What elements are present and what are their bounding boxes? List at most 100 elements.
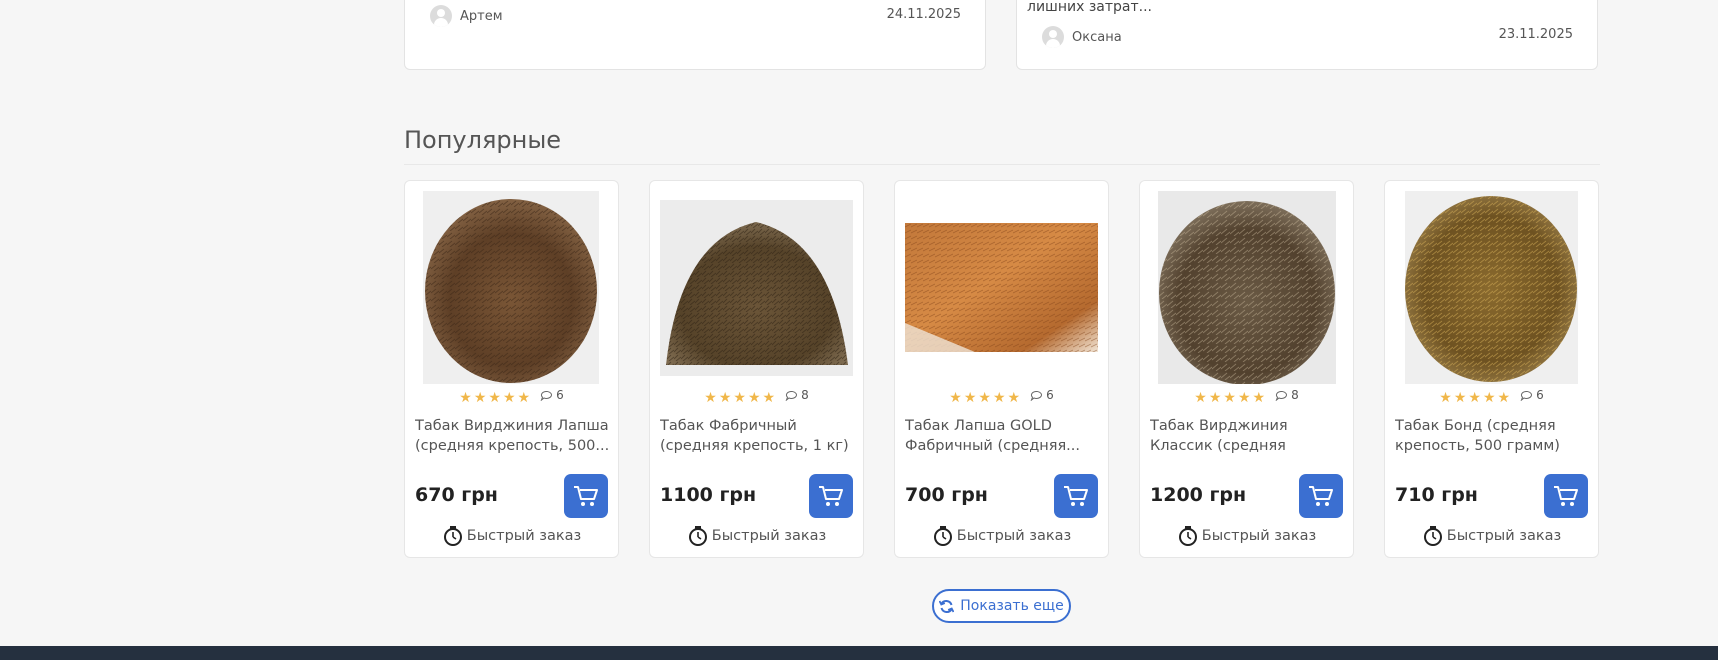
add-to-cart-button[interactable] — [564, 474, 608, 518]
product-name[interactable]: Табак Вирджиния Классик (средняя крепост… — [1150, 416, 1345, 456]
quick-order-button[interactable]: Быстрый заказ — [1385, 525, 1598, 547]
quick-order-button[interactable]: Быстрый заказ — [405, 525, 618, 547]
stopwatch-icon — [443, 526, 462, 546]
quick-order-label: Быстрый заказ — [1446, 528, 1562, 544]
star-icon: ★ — [517, 390, 531, 406]
star-icon: ★ — [1252, 390, 1266, 406]
review-author: Артем — [430, 5, 503, 27]
comments-value: 8 — [801, 388, 809, 402]
product-image[interactable] — [905, 223, 1098, 352]
cart-icon — [1064, 486, 1088, 506]
product-card[interactable]: ★ ★ ★ ★ ★ 8 Табак Вирджиния Классик (средняя… — [1139, 180, 1354, 558]
star-icon: ★ — [488, 390, 501, 406]
stopwatch-icon — [933, 526, 952, 546]
quick-order-label: Быстрый заказ — [466, 528, 582, 544]
comments-value: 6 — [556, 388, 564, 402]
comment-icon — [1030, 390, 1043, 401]
product-image[interactable] — [423, 191, 599, 384]
comments-count[interactable]: 6 — [540, 388, 564, 402]
star-icon: ★ — [459, 390, 472, 406]
rating: ★ ★ ★ ★ ★ 8 — [650, 388, 863, 406]
star-icon: ★ — [718, 390, 732, 406]
quick-order-label: Быстрый заказ — [1201, 528, 1317, 544]
star-icon: ★ — [1497, 390, 1511, 406]
star-icon: ★ — [762, 390, 776, 406]
comments-count[interactable]: 6 — [1520, 388, 1544, 402]
comments-value: 8 — [1291, 388, 1299, 402]
product-image[interactable] — [1405, 191, 1578, 384]
product-price: 670 грн — [415, 484, 498, 506]
stopwatch-icon — [1423, 526, 1442, 546]
quick-order-button[interactable]: Быстрый заказ — [1140, 525, 1353, 547]
star-icon: ★ — [1007, 390, 1021, 406]
product-card[interactable]: ★ ★ ★ ★ ★ 6 Табак Вирджиния Лапша (средняя к… — [404, 180, 619, 558]
add-to-cart-button[interactable] — [1054, 474, 1098, 518]
star-icon: ★ — [704, 390, 717, 406]
comments-count[interactable]: 8 — [1275, 388, 1299, 402]
product-name[interactable]: Табак Фабричный (средняя крепость, 1 кг) — [660, 416, 855, 456]
rating: ★ ★ ★ ★ ★ 6 — [405, 388, 618, 406]
comments-value: 6 — [1536, 388, 1544, 402]
comment-icon — [540, 390, 553, 401]
product-name[interactable]: Табак Вирджиния Лапша (средняя крепость,… — [415, 416, 610, 456]
review-card: лишних затрат... Оксана 23.11.2025 — [1016, 0, 1598, 70]
star-icon: ★ — [473, 390, 487, 406]
star-icon: ★ — [1223, 390, 1236, 406]
cart-icon — [574, 486, 598, 506]
stopwatch-icon — [1178, 526, 1197, 546]
comment-icon — [1275, 390, 1288, 401]
review-excerpt: лишних затрат... — [1027, 0, 1152, 15]
review-author-name: Артем — [460, 8, 503, 24]
user-avatar-icon — [430, 5, 452, 27]
comments-count[interactable]: 6 — [1030, 388, 1054, 402]
refresh-icon — [939, 599, 955, 613]
product-card[interactable]: ★ ★ ★ ★ ★ 6 Табак Бонд (средняя крепость, 50… — [1384, 180, 1599, 558]
add-to-cart-button[interactable] — [1544, 474, 1588, 518]
cart-icon — [1554, 486, 1578, 506]
comment-icon — [785, 390, 798, 401]
star-icon: ★ — [978, 390, 991, 406]
product-price: 710 грн — [1395, 484, 1478, 506]
rating: ★ ★ ★ ★ ★ 6 — [895, 388, 1108, 406]
product-card[interactable]: ★ ★ ★ ★ ★ 6 Табак Лапша GOLD Фабричный (сред… — [894, 180, 1109, 558]
review-author: Оксана — [1042, 26, 1122, 48]
comments-count[interactable]: 8 — [785, 388, 809, 402]
stopwatch-icon — [688, 526, 707, 546]
review-date: 23.11.2025 — [1498, 27, 1573, 42]
star-icon: ★ — [1482, 390, 1496, 406]
quick-order-label: Быстрый заказ — [711, 528, 827, 544]
product-price: 700 грн — [905, 484, 988, 506]
star-icon: ★ — [1439, 390, 1452, 406]
star-icon: ★ — [502, 390, 516, 406]
add-to-cart-button[interactable] — [809, 474, 853, 518]
rating: ★ ★ ★ ★ ★ 6 — [1385, 388, 1598, 406]
product-card[interactable]: ★ ★ ★ ★ ★ 8 Табак Фабричный (средняя крепост… — [649, 180, 864, 558]
cart-icon — [1309, 486, 1333, 506]
section-divider — [404, 164, 1600, 165]
product-price: 1100 грн — [660, 484, 757, 506]
star-icon: ★ — [1468, 390, 1481, 406]
quick-order-button[interactable]: Быстрый заказ — [895, 525, 1108, 547]
comments-value: 6 — [1046, 388, 1054, 402]
show-more-label: Показать еще — [960, 598, 1064, 614]
star-icon: ★ — [1237, 390, 1251, 406]
rating: ★ ★ ★ ★ ★ 8 — [1140, 388, 1353, 406]
star-icon: ★ — [1194, 390, 1207, 406]
quick-order-label: Быстрый заказ — [956, 528, 1072, 544]
product-name[interactable]: Табак Лапша GOLD Фабричный (средняя... — [905, 416, 1100, 456]
star-icon: ★ — [963, 390, 977, 406]
add-to-cart-button[interactable] — [1299, 474, 1343, 518]
product-image[interactable] — [660, 200, 853, 376]
review-author-name: Оксана — [1072, 29, 1122, 45]
show-more-button[interactable]: Показать еще — [932, 589, 1071, 623]
product-image[interactable] — [1158, 191, 1336, 384]
user-avatar-icon — [1042, 26, 1064, 48]
quick-order-button[interactable]: Быстрый заказ — [650, 525, 863, 547]
product-name[interactable]: Табак Бонд (средняя крепость, 500 грамм) — [1395, 416, 1590, 456]
star-icon: ★ — [733, 390, 746, 406]
star-icon: ★ — [1453, 390, 1467, 406]
star-icon: ★ — [1208, 390, 1222, 406]
page-footer — [0, 646, 1718, 660]
review-card: Артем 24.11.2025 — [404, 0, 986, 70]
section-title: Популярные — [404, 126, 562, 154]
